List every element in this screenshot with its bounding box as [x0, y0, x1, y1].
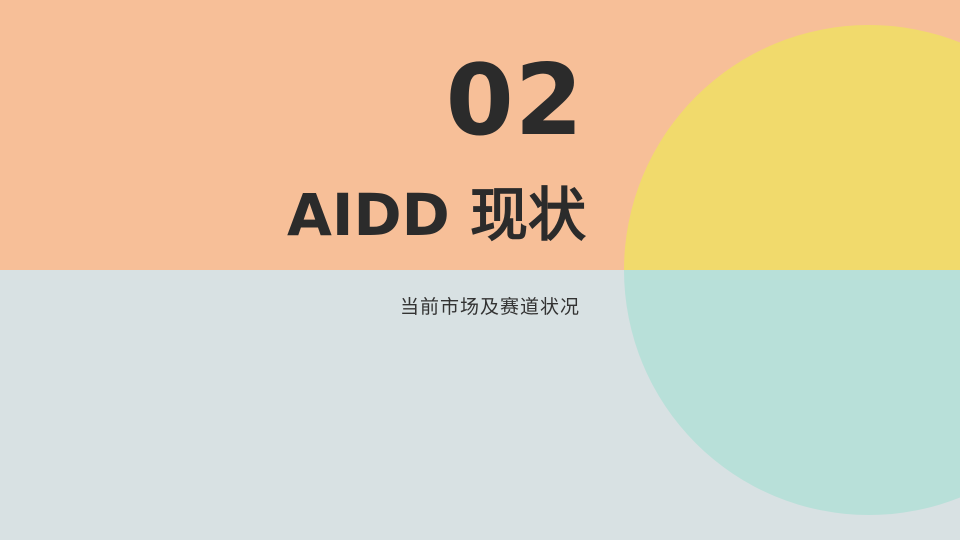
- section-slide: 02 AIDD 现状 当前市场及赛道状况: [0, 0, 960, 540]
- decorative-circle: [624, 25, 960, 515]
- circle-top-half: [624, 25, 960, 270]
- circle-bottom-half: [624, 270, 960, 515]
- section-subtitle: 当前市场及赛道状况: [399, 296, 580, 318]
- section-number: 02: [445, 44, 584, 158]
- section-title: AIDD 现状: [287, 181, 586, 249]
